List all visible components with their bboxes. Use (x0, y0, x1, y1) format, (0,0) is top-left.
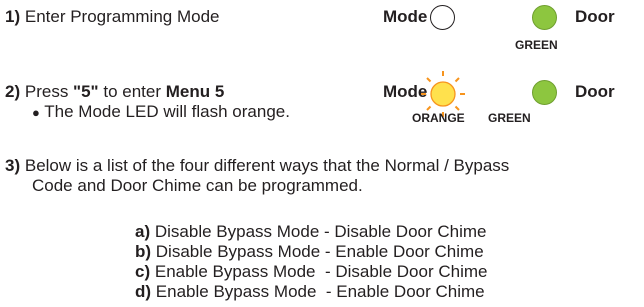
option-letter: a) (135, 222, 151, 241)
mode-color-label: ORANGE (412, 111, 465, 125)
door-led-green-icon (532, 5, 557, 30)
option-text: Enable Bypass Mode - Enable Door Chime (155, 282, 485, 301)
step-2: 2) Press "5" to enter Menu 5 (5, 82, 224, 102)
door-label: Door (575, 82, 615, 101)
bullet-icon: ● (32, 105, 40, 120)
option-item: b) Disable Bypass Mode - Enable Door Chi… (135, 242, 487, 262)
step-2-menu: Menu 5 (165, 82, 225, 101)
door-led-green-icon (532, 80, 557, 105)
option-text: Enable Bypass Mode - Disable Door Chime (154, 262, 488, 281)
option-letter: d) (135, 282, 152, 301)
step-2-mid: to enter (98, 82, 166, 101)
step-2-key: "5" (73, 82, 99, 101)
door-color-label: GREEN (515, 38, 558, 52)
door-label: Door (575, 7, 615, 26)
step-3-line-2: Code and Door Chime can be programmed. (32, 176, 363, 195)
step-2-number: 2) (5, 82, 21, 101)
mode-led-off-icon (430, 5, 455, 30)
step-3-line-1: Below is a list of the four different wa… (24, 156, 510, 175)
mode-label: Mode (383, 7, 428, 26)
step-1-number: 1) (5, 7, 21, 26)
door-color-label: GREEN (488, 111, 531, 125)
step-1-text: Enter Programming Mode (24, 7, 220, 26)
option-letter: b) (135, 242, 152, 261)
option-letter: c) (135, 262, 151, 281)
step-2-pre: Press (24, 82, 74, 101)
option-text: Disable Bypass Mode - Disable Door Chime (154, 222, 487, 241)
step-1: 1) Enter Programming Mode (5, 7, 220, 27)
option-text: Disable Bypass Mode - Enable Door Chime (155, 242, 484, 261)
option-list: a) Disable Bypass Mode - Disable Door Ch… (135, 222, 487, 302)
option-item: d) Enable Bypass Mode - Enable Door Chim… (135, 282, 487, 302)
step-2-note: ● The Mode LED will flash orange. (32, 102, 290, 123)
step-3: 3) Below is a list of the four different… (5, 156, 509, 176)
step-3-number: 3) (5, 156, 21, 175)
option-item: a) Disable Bypass Mode - Disable Door Ch… (135, 222, 487, 242)
option-item: c) Enable Bypass Mode - Disable Door Chi… (135, 262, 487, 282)
step-2-note-text: The Mode LED will flash orange. (44, 102, 290, 121)
